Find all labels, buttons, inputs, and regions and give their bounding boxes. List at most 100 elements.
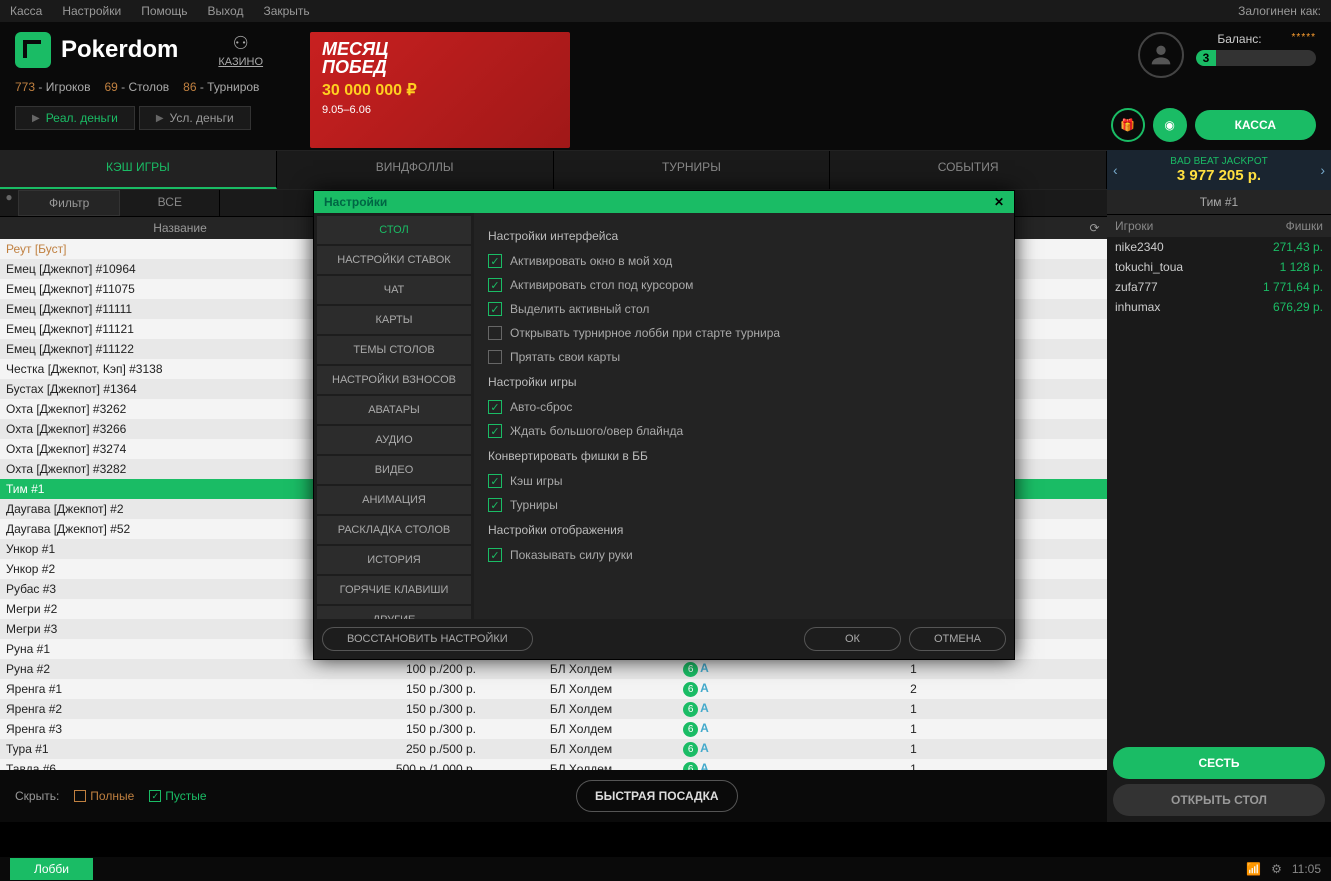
settings-content: Настройки интерфейса Активировать окно в…	[474, 213, 1014, 619]
player-row[interactable]: tokuchi_toua1 128 р.	[1107, 257, 1331, 277]
filter-all[interactable]: ВСЕ	[120, 190, 220, 216]
filter-dot[interactable]: ●	[0, 190, 18, 216]
tab-play-money[interactable]: ▶Усл. деньги	[139, 106, 251, 130]
tab-events[interactable]: СОБЫТИЯ	[830, 151, 1107, 189]
avatar[interactable]	[1138, 32, 1184, 78]
setting-option[interactable]: Активировать окно в мой ход	[488, 249, 1000, 273]
menu-exit[interactable]: Выход	[208, 4, 244, 18]
checkbox-icon	[488, 302, 502, 316]
tab-tournaments[interactable]: ТУРНИРЫ	[554, 151, 831, 189]
checkbox-icon	[488, 498, 502, 512]
promo-banner[interactable]: МЕСЯЦ ПОБЕД 30 000 000 ₽ 9.05–6.06	[310, 32, 570, 148]
logo-icon	[15, 32, 51, 68]
money-tabs: ▶Реал. деньги ▶Усл. деньги	[15, 106, 263, 130]
open-table-button[interactable]: ОТКРЫТЬ СТОЛ	[1113, 784, 1325, 816]
menu-close[interactable]: Закрыть	[263, 4, 309, 18]
setting-option[interactable]: Открывать турнирное лобби при старте тур…	[488, 321, 1000, 345]
hide-empty-checkbox[interactable]: ✓Пустые	[149, 789, 206, 803]
logo-text: Pokerdom	[61, 36, 178, 64]
settings-nav-item[interactable]: ДРУГИЕ	[317, 606, 471, 619]
table-row[interactable]: Руна #2100 р./200 р.БЛ Холдем6A1	[0, 659, 1107, 679]
menu-help[interactable]: Помощь	[141, 4, 187, 18]
hide-full-checkbox[interactable]: Полные	[74, 789, 134, 803]
balance-label: Баланс:	[1217, 32, 1261, 46]
footer: Скрыть: Полные ✓Пустые БЫСТРАЯ ПОСАДКА	[0, 770, 1107, 822]
menu-kassa[interactable]: Касса	[10, 4, 42, 18]
setting-option[interactable]: Турниры	[488, 493, 1000, 517]
settings-nav-item[interactable]: СТОЛ	[317, 216, 471, 244]
cancel-button[interactable]: ОТМЕНА	[909, 627, 1006, 651]
gift-button[interactable]: 🎁	[1111, 108, 1145, 142]
setting-option[interactable]: Авто-сброс	[488, 395, 1000, 419]
player-list: nike2340271,43 р.tokuchi_toua1 128 р.zuf…	[1107, 237, 1331, 741]
checkbox-icon	[488, 474, 502, 488]
setting-option[interactable]: Прятать свои карты	[488, 345, 1000, 369]
filter-button[interactable]: Фильтр	[18, 190, 120, 216]
settings-nav-item[interactable]: КАРТЫ	[317, 306, 471, 334]
table-row[interactable]: Яренга #3150 р./300 р.БЛ Холдем6A1	[0, 719, 1107, 739]
player-row[interactable]: zufa7771 771,64 р.	[1107, 277, 1331, 297]
checkbox-icon	[488, 350, 502, 364]
cashier-button[interactable]: КАССА	[1195, 110, 1316, 140]
gear-icon[interactable]: ⚙	[1271, 862, 1282, 876]
fast-seat-button[interactable]: БЫСТРАЯ ПОСАДКА	[576, 780, 738, 812]
setting-option[interactable]: Ждать большого/овер блайнда	[488, 419, 1000, 443]
player-row[interactable]: inhumax676,29 р.	[1107, 297, 1331, 317]
casino-link[interactable]: ⚇ КАЗИНО	[218, 33, 263, 68]
modal-titlebar: Настройки ✕	[314, 191, 1014, 213]
game-tabs: КЭШ ИГРЫ ВИНДФОЛЛЫ ТУРНИРЫ СОБЫТИЯ	[0, 150, 1107, 190]
chevron-left-icon[interactable]: ‹	[1113, 162, 1118, 178]
table-row[interactable]: Тавда #6500 р./1 000 р.БЛ Холдем6A1	[0, 759, 1107, 770]
refresh-icon[interactable]: ⟳	[1082, 221, 1107, 235]
col-name[interactable]: Название	[0, 221, 360, 235]
settings-nav-item[interactable]: ВИДЕО	[317, 456, 471, 484]
clock: 11:05	[1292, 862, 1321, 876]
casino-icon: ⚇	[218, 33, 263, 54]
signal-icon: 📶	[1246, 862, 1261, 876]
menu-settings[interactable]: Настройки	[62, 4, 121, 18]
chip-button[interactable]: ◉	[1153, 108, 1187, 142]
tab-cash[interactable]: КЭШ ИГРЫ	[0, 151, 277, 189]
setting-option[interactable]: Показывать силу руки	[488, 543, 1000, 567]
level-progress: 3	[1196, 50, 1316, 66]
checkbox-icon	[488, 326, 502, 340]
table-row[interactable]: Яренга #1150 р./300 р.БЛ Холдем6A2	[0, 679, 1107, 699]
checkbox-icon	[488, 254, 502, 268]
table-row[interactable]: Яренга #2150 р./300 р.БЛ Холдем6A1	[0, 699, 1107, 719]
logo[interactable]: Pokerdom ⚇ КАЗИНО	[15, 32, 263, 68]
settings-nav-item[interactable]: АУДИО	[317, 426, 471, 454]
setting-option[interactable]: Активировать стол под курсором	[488, 273, 1000, 297]
jackpot-widget[interactable]: ‹ BAD BEAT JACKPOT 3 977 205 р. ›	[1107, 150, 1331, 190]
chevron-right-icon[interactable]: ›	[1320, 162, 1325, 178]
ok-button[interactable]: ОК	[804, 627, 901, 651]
settings-nav-item[interactable]: ТЕМЫ СТОЛОВ	[317, 336, 471, 364]
right-panel: Тим #1 ИгрокиФишки nike2340271,43 р.toku…	[1107, 190, 1331, 822]
restore-button[interactable]: ВОССТАНОВИТЬ НАСТРОЙКИ	[322, 627, 533, 651]
settings-nav-item[interactable]: АВАТАРЫ	[317, 396, 471, 424]
tab-real-money[interactable]: ▶Реал. деньги	[15, 106, 135, 130]
checkbox-icon	[488, 278, 502, 292]
setting-option[interactable]: Выделить активный стол	[488, 297, 1000, 321]
player-row[interactable]: nike2340271,43 р.	[1107, 237, 1331, 257]
sit-button[interactable]: СЕСТЬ	[1113, 747, 1325, 779]
menubar: Касса Настройки Помощь Выход Закрыть Зал…	[0, 0, 1331, 22]
settings-nav-item[interactable]: РАСКЛАДКА СТОЛОВ	[317, 516, 471, 544]
user-icon	[1147, 41, 1175, 69]
table-name: Тим #1	[1107, 190, 1331, 215]
settings-nav-item[interactable]: АНИМАЦИЯ	[317, 486, 471, 514]
close-icon[interactable]: ✕	[994, 195, 1004, 209]
checkbox-icon	[488, 400, 502, 414]
bottombar: Лобби 📶 ⚙ 11:05	[0, 857, 1331, 881]
setting-option[interactable]: Кэш игры	[488, 469, 1000, 493]
settings-nav-item[interactable]: ИСТОРИЯ	[317, 546, 471, 574]
settings-nav-item[interactable]: НАСТРОЙКИ СТАВОК	[317, 246, 471, 274]
table-row[interactable]: Тура #1250 р./500 р.БЛ Холдем6A1	[0, 739, 1107, 759]
gift-icon: 🎁	[1120, 118, 1135, 132]
settings-nav-item[interactable]: ГОРЯЧИЕ КЛАВИШИ	[317, 576, 471, 604]
settings-nav-item[interactable]: НАСТРОЙКИ ВЗНОСОВ	[317, 366, 471, 394]
tab-windfalls[interactable]: ВИНДФОЛЛЫ	[277, 151, 554, 189]
checkbox-icon	[488, 424, 502, 438]
settings-nav: СТОЛНАСТРОЙКИ СТАВОКЧАТКАРТЫТЕМЫ СТОЛОВН…	[314, 213, 474, 619]
settings-nav-item[interactable]: ЧАТ	[317, 276, 471, 304]
lobby-tab[interactable]: Лобби	[10, 858, 93, 880]
